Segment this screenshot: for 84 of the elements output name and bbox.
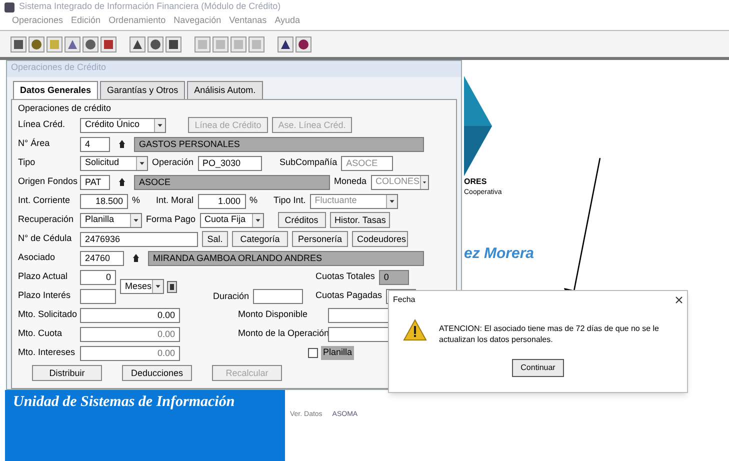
toolbar-icon[interactable] bbox=[129, 36, 146, 52]
tab[interactable]: Datos Generales bbox=[13, 81, 98, 99]
field-label: N° Área bbox=[18, 137, 51, 150]
field-label: Origen Fondos bbox=[18, 175, 76, 188]
form-button[interactable]: Distribuir bbox=[32, 364, 102, 380]
form-window-title: Operaciones de Crédito bbox=[7, 61, 461, 77]
menu-item[interactable]: Navegación bbox=[174, 14, 222, 28]
logo-text: ORES bbox=[464, 176, 488, 188]
toolbar-icon[interactable] bbox=[82, 36, 99, 52]
field-label: Duración bbox=[213, 290, 250, 303]
input-field[interactable] bbox=[253, 288, 304, 304]
input-field[interactable]: MIRANDA GAMBOA ORLANDO ANDRES bbox=[148, 250, 424, 266]
field-label: Cuotas Pagadas bbox=[315, 289, 382, 302]
close-icon[interactable] bbox=[675, 296, 683, 304]
toolbar-icon[interactable] bbox=[277, 36, 294, 52]
input-field[interactable]: PO_3030 bbox=[198, 156, 262, 170]
field-label: Forma Pago bbox=[146, 213, 196, 226]
field-label: Int. Moral bbox=[156, 194, 194, 208]
field-label: Operaciones de crédito bbox=[18, 102, 112, 115]
menu-item[interactable]: Ventanas bbox=[229, 14, 267, 28]
form-button[interactable]: Créditos bbox=[278, 212, 326, 228]
input-field[interactable]: 0 bbox=[80, 270, 116, 284]
dropdown[interactable]: Meses bbox=[120, 279, 164, 294]
input-field[interactable]: 1.000 bbox=[198, 194, 246, 208]
form-button[interactable]: Personería bbox=[292, 231, 348, 247]
input-field[interactable]: 0 bbox=[378, 270, 409, 284]
toolbar-icon[interactable] bbox=[100, 36, 117, 52]
logo-shape-icon bbox=[464, 76, 494, 176]
input-field[interactable]: PAT bbox=[80, 174, 110, 190]
dialog-title: Fecha bbox=[393, 294, 416, 306]
tab[interactable]: Análisis Autom. bbox=[187, 81, 263, 99]
tab[interactable]: Garantías y Otros bbox=[100, 81, 186, 99]
field-label: Operación bbox=[152, 156, 194, 170]
input-field[interactable]: 0.00 bbox=[80, 308, 180, 322]
input-field[interactable]: 4 bbox=[80, 136, 110, 152]
field-label: Moneda bbox=[334, 175, 367, 188]
input-field[interactable]: 18.500 bbox=[80, 194, 128, 208]
form-button[interactable]: Deducciones bbox=[122, 364, 192, 380]
field-label: Plazo Interés bbox=[18, 289, 72, 302]
field-label: SubCompañía bbox=[280, 156, 338, 170]
form-button[interactable]: Codeudores bbox=[352, 231, 408, 247]
field-label: N° de Cédula bbox=[18, 232, 73, 246]
dropdown[interactable]: Planilla bbox=[80, 212, 142, 228]
field-label: Plazo Actual bbox=[18, 270, 69, 284]
input-field[interactable]: ASOCE bbox=[134, 174, 330, 190]
field-label: Mto. Intereses bbox=[18, 346, 76, 360]
toolbar-icon[interactable] bbox=[295, 36, 312, 52]
dropdown[interactable]: Crédito Único bbox=[80, 118, 166, 132]
input-field[interactable]: 24760 bbox=[80, 250, 124, 266]
input-field[interactable]: GASTOS PERSONALES bbox=[134, 136, 424, 152]
dialog-message: ATENCION: El asociado tiene mas de 72 días de que no se le actualizan los datos personales. bbox=[439, 323, 660, 345]
name-text: ez Morera bbox=[464, 244, 536, 264]
field-label: Mto. Solicitado bbox=[18, 308, 76, 322]
field-label: Tipo bbox=[18, 156, 36, 170]
field-label: Recuperación bbox=[18, 213, 75, 226]
input-field[interactable]: 2476936 bbox=[80, 232, 198, 246]
form-button[interactable]: Histor. Tasas bbox=[330, 212, 390, 228]
field-label: % bbox=[132, 194, 140, 208]
menu-item[interactable]: Operaciones bbox=[12, 14, 64, 28]
toolbar-icon[interactable] bbox=[28, 36, 45, 52]
toolbar-icon[interactable] bbox=[64, 36, 81, 52]
input-field[interactable] bbox=[80, 288, 116, 304]
app-icon bbox=[4, 2, 15, 12]
window-title: Sistema Integrado de Información Financiera (Módulo de Crédito) bbox=[19, 0, 281, 14]
dropdown[interactable]: Cuota Fija bbox=[200, 212, 264, 228]
continue-button[interactable]: Continuar bbox=[512, 359, 564, 377]
form-button[interactable]: Sal. bbox=[202, 231, 228, 247]
checkbox-label: Planilla bbox=[321, 346, 354, 360]
field-label: Tipo Int. bbox=[274, 194, 306, 208]
banner-text: Unidad de Sistemas de Información bbox=[13, 394, 235, 410]
warning-icon bbox=[403, 319, 427, 341]
field-label: Cuotas Totales bbox=[315, 270, 375, 284]
field-label: Int. Corriente bbox=[18, 194, 72, 208]
toolbar-icon[interactable] bbox=[147, 36, 164, 52]
field-label: Asociado bbox=[18, 251, 56, 264]
toolbar-icon[interactable] bbox=[165, 36, 182, 52]
field-label: % bbox=[250, 194, 258, 208]
dropdown[interactable]: Solicitud bbox=[80, 156, 148, 170]
field-label: Mto. Cuota bbox=[18, 327, 64, 340]
form-button[interactable]: Categoría bbox=[232, 231, 288, 247]
field-label: Monto Disponible bbox=[238, 308, 309, 322]
field-label: Línea Créd. bbox=[18, 118, 66, 132]
toolbar-icon[interactable] bbox=[10, 36, 27, 52]
checkbox[interactable] bbox=[308, 348, 318, 358]
